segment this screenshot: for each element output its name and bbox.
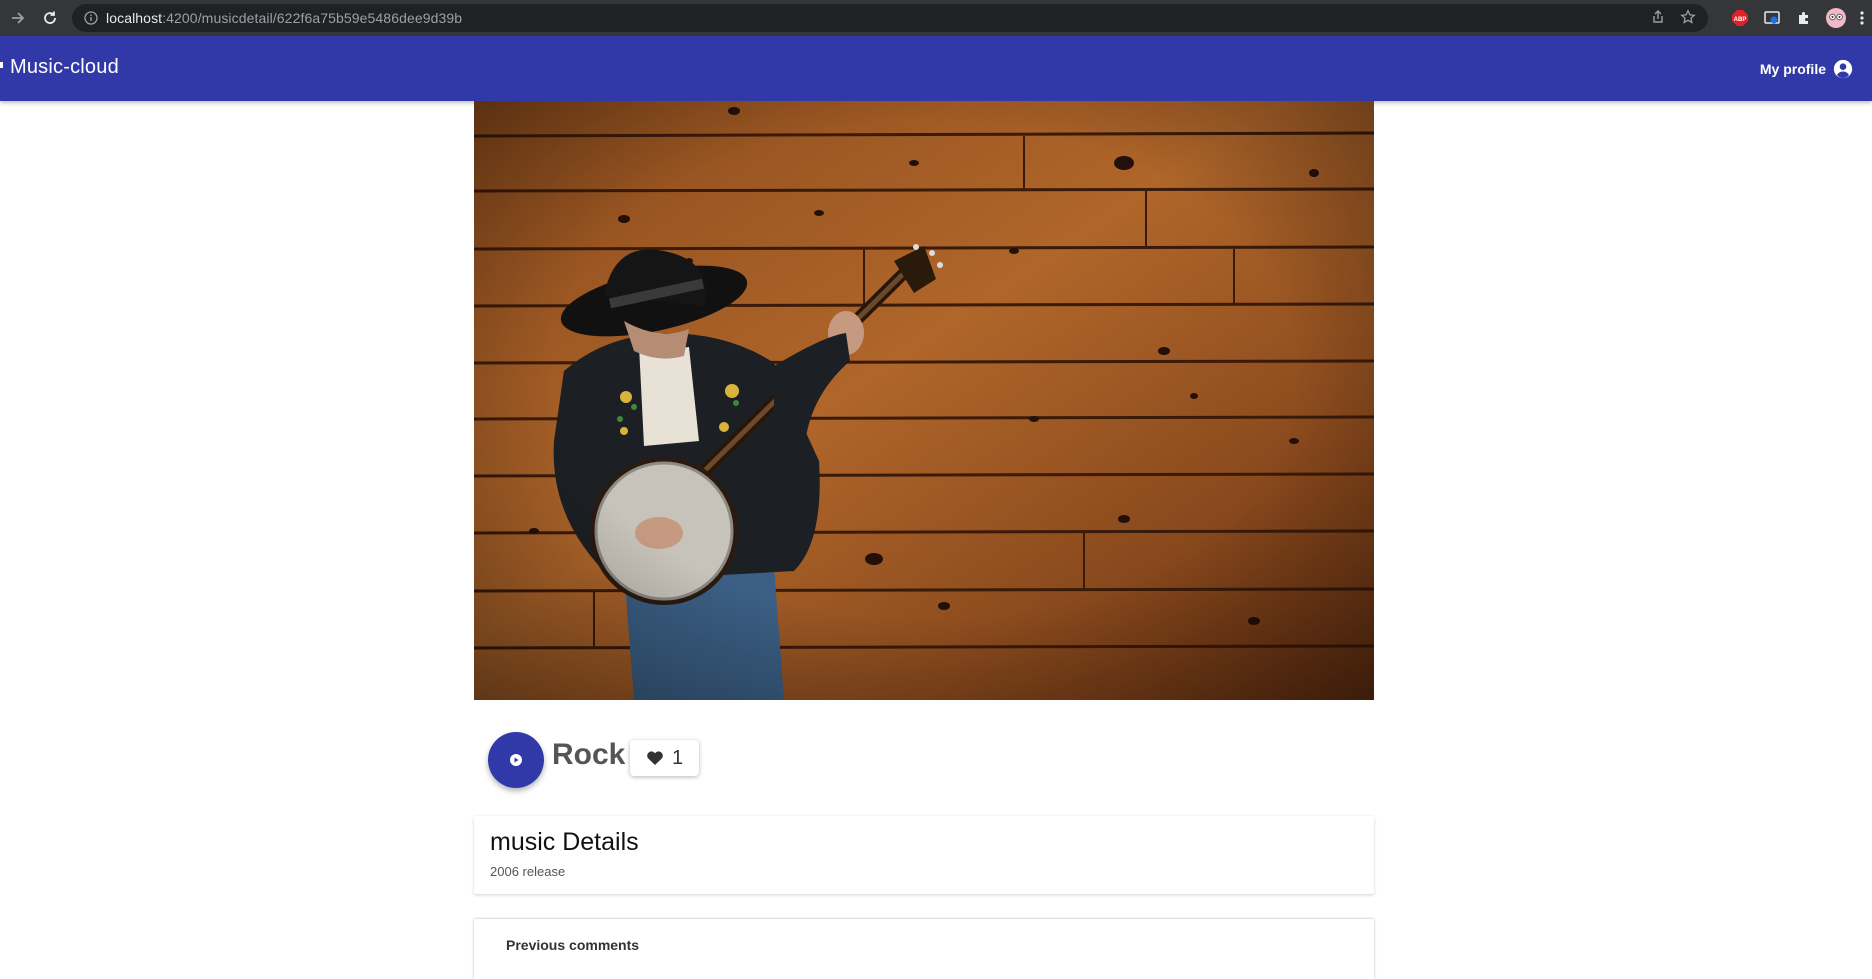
my-profile-label: My profile — [1759, 61, 1826, 77]
forward-button[interactable] — [6, 6, 30, 30]
avatar-icon — [1826, 8, 1846, 28]
share-icon[interactable] — [1650, 9, 1666, 25]
like-button[interactable]: 1 — [630, 740, 700, 776]
track-cover-image — [474, 101, 1374, 700]
url-text: localhost:4200/musicdetail/622f6a75b59e5… — [106, 10, 462, 26]
url-host: localhost — [106, 10, 163, 26]
like-count: 1 — [672, 746, 684, 769]
extensions-button[interactable] — [1788, 0, 1820, 36]
comments-title: Previous comments — [506, 937, 640, 953]
browser-menu-button[interactable] — [1852, 0, 1872, 36]
menu-edge[interactable] — [0, 62, 3, 68]
play-button[interactable] — [488, 732, 544, 788]
details-title: music Details — [490, 828, 639, 856]
arrow-right-icon — [12, 12, 25, 24]
reload-icon — [44, 11, 56, 24]
browser-toolbar: localhost:4200/musicdetail/622f6a75b59e5… — [0, 0, 1872, 36]
extension-icon — [1764, 11, 1780, 24]
puzzle-icon — [1799, 12, 1808, 24]
app-toolbar: Music-cloud My profile — [0, 36, 1872, 101]
reload-button[interactable] — [38, 6, 62, 30]
music-details-card: music Details 2006 release — [474, 816, 1374, 894]
track-genre: Rock — [552, 738, 626, 771]
adblock-icon: ABP — [1732, 10, 1748, 26]
info-icon[interactable] — [84, 11, 98, 25]
kebab-menu-icon — [1860, 11, 1864, 25]
heart-icon — [647, 751, 663, 765]
track-header: Rock 1 — [474, 720, 1374, 790]
comments-panel[interactable]: Previous comments — [474, 919, 1374, 979]
screen-extension[interactable] — [1756, 0, 1788, 36]
details-subtitle: 2006 release — [490, 864, 566, 879]
brand-title[interactable]: Music-cloud — [10, 56, 119, 79]
my-profile-button[interactable]: My profile — [1760, 58, 1854, 80]
account-circle-icon — [1833, 59, 1853, 79]
star-icon[interactable] — [1680, 9, 1696, 25]
address-bar[interactable]: localhost:4200/musicdetail/622f6a75b59e5… — [72, 4, 1708, 32]
svg-text:ABP: ABP — [1734, 17, 1747, 23]
adblock-extension[interactable]: ABP — [1724, 0, 1756, 36]
url-path: :4200/musicdetail/622f6a75b59e5486dee9d3… — [162, 10, 463, 26]
play-icon — [510, 754, 522, 766]
profile-avatar[interactable] — [1820, 0, 1852, 36]
